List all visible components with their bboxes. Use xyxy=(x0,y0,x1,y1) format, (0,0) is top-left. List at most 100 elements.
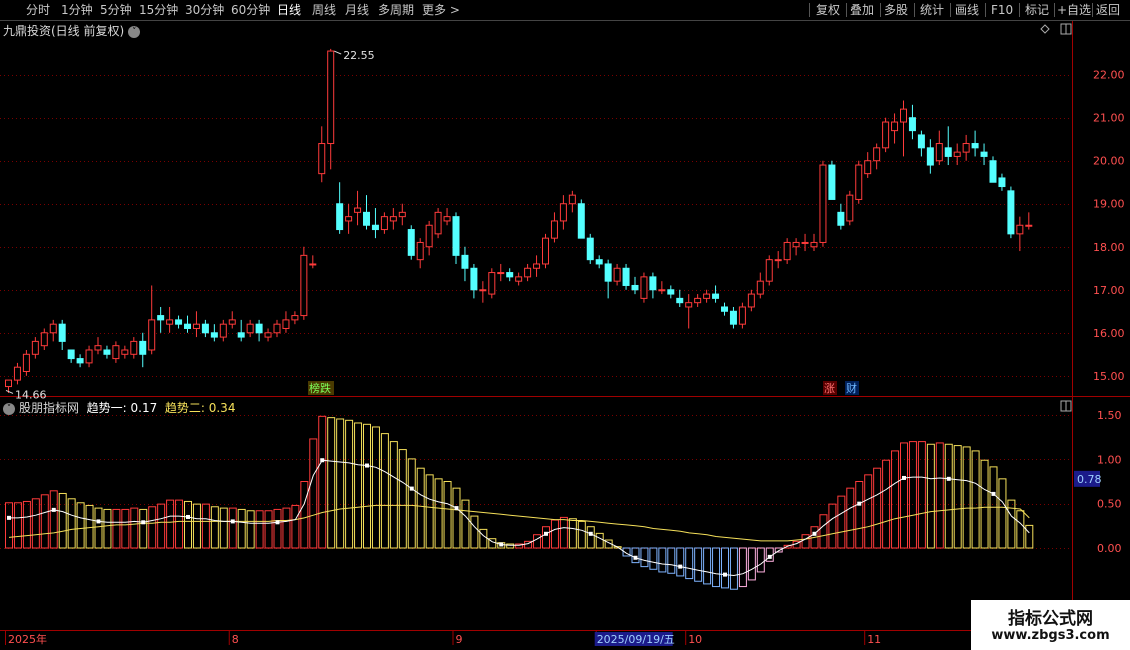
histogram-bar xyxy=(953,445,962,549)
trend-one-marker xyxy=(409,486,414,491)
histogram-bar xyxy=(175,499,184,549)
candle xyxy=(380,212,388,234)
candle xyxy=(264,328,272,342)
candle xyxy=(738,302,746,329)
histogram-bar xyxy=(407,458,416,549)
date-axis: 2025年 8 9 2025/09/19/五 10 11 xyxy=(5,630,881,646)
candle-body xyxy=(801,241,809,244)
candle-body xyxy=(729,310,737,325)
histogram-bar xyxy=(300,481,309,549)
date-label: 2025年 xyxy=(8,632,47,646)
candle xyxy=(792,238,800,256)
histogram-bar xyxy=(13,502,22,549)
candle xyxy=(452,212,460,264)
trend-one-marker xyxy=(946,476,951,481)
candle xyxy=(58,319,66,350)
histogram-bar xyxy=(864,474,873,549)
candle-body xyxy=(130,340,138,355)
histogram-bar xyxy=(998,478,1007,549)
trend-one-marker xyxy=(544,531,548,536)
candle-body xyxy=(58,323,66,342)
candle-body xyxy=(855,164,863,200)
trend-one-marker xyxy=(633,555,638,560)
candle xyxy=(49,319,57,342)
candle xyxy=(971,130,979,157)
trend-one-marker xyxy=(7,515,11,520)
candle-body xyxy=(443,216,451,222)
candle xyxy=(882,117,890,153)
candle-body xyxy=(345,216,353,222)
candle xyxy=(309,255,317,269)
trend-one-marker xyxy=(857,501,862,506)
histogram-bar xyxy=(801,534,810,549)
date-highlight-label: 2025/09/19/五 xyxy=(597,633,675,646)
price-tick-label: 21.00 xyxy=(1093,112,1125,125)
candle-body xyxy=(497,272,505,275)
panel-icons[interactable] xyxy=(1040,23,1072,412)
candle-body xyxy=(694,297,702,304)
candle xyxy=(31,337,39,359)
histogram-bar xyxy=(103,508,112,549)
histogram-bar xyxy=(908,441,917,549)
candle xyxy=(855,160,863,204)
high-price-label: 22.55 xyxy=(343,49,375,62)
histogram-bar xyxy=(309,438,318,549)
candle-body xyxy=(676,297,684,304)
candle xyxy=(980,143,988,166)
indicator-tick-label: 1.00 xyxy=(1097,453,1122,466)
chevron-down-icon[interactable]: ˅ xyxy=(3,403,15,415)
kline-chart[interactable]: 22.00 21.00 20.00 19.00 18.00 17.00 16.00 15.00… xyxy=(0,0,1130,650)
candle xyxy=(166,306,174,333)
candle xyxy=(363,195,370,230)
histogram-bar xyxy=(416,467,425,549)
candle xyxy=(542,233,549,269)
candle xyxy=(255,319,263,342)
candle-body xyxy=(246,323,254,334)
candle xyxy=(354,190,362,226)
candle-body xyxy=(1007,190,1015,235)
candle-body xyxy=(506,272,514,278)
candle xyxy=(944,126,952,166)
candle-body xyxy=(166,319,174,325)
candle-body xyxy=(425,224,433,248)
candle-body xyxy=(515,276,523,282)
candle xyxy=(667,285,675,299)
candle-body xyxy=(971,143,979,149)
candle-body xyxy=(210,332,218,338)
candle-body xyxy=(747,293,755,308)
candle xyxy=(425,220,433,256)
histogram-bar xyxy=(577,520,586,549)
trend-one-line xyxy=(9,459,1030,577)
low-pointer xyxy=(5,389,14,394)
candle-body xyxy=(658,289,666,292)
histogram-bar xyxy=(22,500,31,549)
histogram-bar xyxy=(828,503,837,549)
histogram-bar xyxy=(345,419,354,549)
candlestick-series[interactable] xyxy=(5,48,1033,393)
date-label: 10 xyxy=(688,633,702,646)
histogram-bar xyxy=(5,502,13,549)
candle xyxy=(515,272,523,286)
candle xyxy=(470,263,478,299)
candle-body xyxy=(783,241,791,261)
candle-body xyxy=(380,216,388,231)
indicator-legend[interactable]: ˅ 股朋指标网 趋势一: 0.17 趋势二: 0.34 xyxy=(3,399,235,416)
candle xyxy=(658,281,666,295)
candle-body xyxy=(112,345,120,360)
candle xyxy=(371,208,379,239)
candle-body xyxy=(524,267,532,278)
candle-body xyxy=(953,151,961,157)
candle-body xyxy=(13,366,21,381)
price-tick-label: 20.00 xyxy=(1093,155,1125,168)
histogram-bar xyxy=(738,547,747,588)
candle-body xyxy=(980,151,988,157)
indicator-lines xyxy=(7,458,1030,577)
candle-body xyxy=(837,211,845,226)
candle xyxy=(721,302,728,316)
candle-body xyxy=(291,315,299,321)
watermark-title: 指标公式网 xyxy=(1008,609,1093,629)
candle-body xyxy=(756,280,764,295)
histogram-bar xyxy=(631,547,640,564)
candle xyxy=(962,134,970,161)
event-marker-zhang: 涨 xyxy=(824,382,835,395)
